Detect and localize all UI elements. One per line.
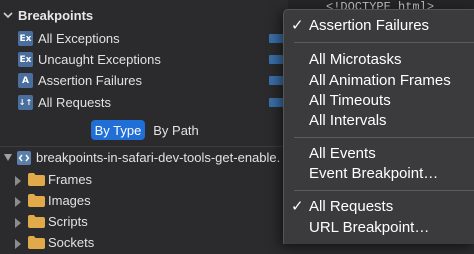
menu-item-label: All Requests xyxy=(309,198,394,215)
breakpoint-label: All Exceptions xyxy=(38,31,120,46)
tree-item-label: Scripts xyxy=(48,214,88,229)
request-icon: ↓↑ xyxy=(18,95,33,110)
resource-row-page[interactable]: breakpoints-in-safari-dev-tools-get-enab… xyxy=(0,148,288,169)
group-by-path-button[interactable]: By Path xyxy=(150,120,202,140)
disclosure-closed-icon[interactable] xyxy=(15,239,21,249)
folder-icon xyxy=(28,173,45,186)
menu-item-label: All Microtasks xyxy=(309,51,402,68)
breakpoints-title: Breakpoints xyxy=(18,8,94,23)
menu-separator xyxy=(294,137,474,138)
breakpoint-row-all-exceptions[interactable]: Ex All Exceptions xyxy=(0,29,288,50)
breakpoint-row-uncaught-exceptions[interactable]: Ex Uncaught Exceptions xyxy=(0,50,288,71)
menu-item-label: All Intervals xyxy=(309,112,387,129)
menu-item-all-events[interactable]: All Events xyxy=(284,144,474,164)
menu-item-url-breakpoint[interactable]: URL Breakpoint… xyxy=(284,218,474,238)
menu-item-all-requests[interactable]: ✓ All Requests xyxy=(284,197,474,217)
resource-label: breakpoints-in-safari-dev-tools-get-enab… xyxy=(36,150,281,165)
menu-item-label: All Timeouts xyxy=(309,92,391,109)
breakpoint-row-all-requests[interactable]: ↓↑ All Requests xyxy=(0,93,288,114)
tree-item-frames[interactable]: Frames xyxy=(0,170,288,191)
exception-icon: Ex xyxy=(18,31,33,46)
chevron-down-icon[interactable] xyxy=(3,10,13,20)
tree-item-scripts[interactable]: Scripts xyxy=(0,212,288,233)
folder-icon xyxy=(28,215,45,228)
menu-item-event-breakpoint[interactable]: Event Breakpoint… xyxy=(284,164,474,184)
tree-item-label: Images xyxy=(48,193,91,208)
breakpoint-row-assertion-failures[interactable]: A Assertion Failures xyxy=(0,71,288,92)
group-by-type-button[interactable]: By Type xyxy=(91,120,145,140)
add-breakpoint-menu: ✓ Assertion Failures All Microtasks All … xyxy=(283,9,474,244)
menu-item-all-timeouts[interactable]: All Timeouts xyxy=(284,91,474,111)
menu-item-label: URL Breakpoint… xyxy=(309,219,430,236)
checkmark-icon: ✓ xyxy=(291,197,304,215)
tree-item-label: Frames xyxy=(48,172,93,187)
menu-item-all-animation-frames[interactable]: All Animation Frames xyxy=(284,71,474,91)
menu-separator xyxy=(294,42,474,43)
menu-item-label: Event Breakpoint… xyxy=(309,165,439,182)
menu-item-label: Assertion Failures xyxy=(309,17,430,34)
exception-icon: Ex xyxy=(18,52,33,67)
breakpoint-label: Assertion Failures xyxy=(38,73,143,88)
disclosure-closed-icon[interactable] xyxy=(15,176,21,186)
menu-item-label: All Animation Frames xyxy=(309,72,451,89)
menu-item-label: All Events xyxy=(309,145,376,162)
breakpoint-label: All Requests xyxy=(38,95,111,110)
tree-item-sockets[interactable]: Sockets xyxy=(0,233,288,254)
breakpoints-header[interactable]: Breakpoints xyxy=(0,0,288,32)
disclosure-open-icon[interactable] xyxy=(4,154,12,162)
assertion-icon: A xyxy=(18,73,33,88)
tree-item-images[interactable]: Images xyxy=(0,191,288,212)
menu-separator xyxy=(294,190,474,191)
disclosure-closed-icon[interactable] xyxy=(15,218,21,228)
document-icon xyxy=(17,151,31,165)
sources-sidebar: Breakpoints Ex All Exceptions Ex Uncaugh… xyxy=(0,0,288,250)
folder-icon xyxy=(28,194,45,207)
menu-item-assertion-failures[interactable]: ✓ Assertion Failures xyxy=(284,16,474,36)
menu-item-all-microtasks[interactable]: All Microtasks xyxy=(284,50,474,70)
disclosure-closed-icon[interactable] xyxy=(15,197,21,207)
breakpoint-label: Uncaught Exceptions xyxy=(38,52,161,67)
checkmark-icon: ✓ xyxy=(291,16,304,34)
divider xyxy=(0,146,288,147)
menu-item-all-intervals[interactable]: All Intervals xyxy=(284,111,474,131)
